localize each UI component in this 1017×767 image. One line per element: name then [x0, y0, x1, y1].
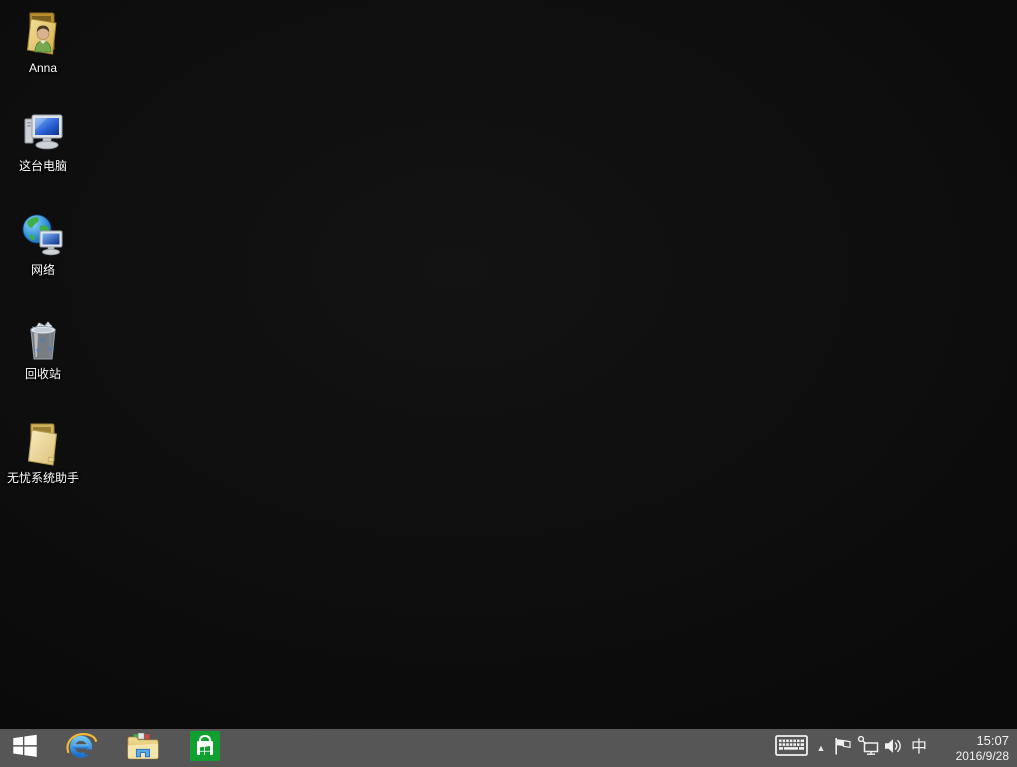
- clock-button[interactable]: 15:07 2016/9/28: [933, 729, 1017, 767]
- desktop-icon-label: 回收站: [25, 367, 61, 381]
- ime-language-indicator: 中: [911, 740, 927, 756]
- desktop-icon-label: 无忧系统助手: [7, 471, 79, 485]
- recycle-bin-icon: [18, 314, 68, 364]
- show-hidden-icons-button[interactable]: ▲: [811, 729, 831, 767]
- taskbar-button-windows-store[interactable]: [174, 729, 236, 767]
- network-status-icon: [857, 735, 880, 761]
- speaker-icon: [883, 737, 904, 760]
- start-button[interactable]: [0, 729, 50, 767]
- network-status-button[interactable]: [855, 729, 881, 767]
- this-pc-icon: [18, 106, 68, 156]
- clock-time: 15:07: [976, 733, 1009, 749]
- taskbar-button-internet-explorer[interactable]: [50, 729, 112, 767]
- desktop-icon-label: Anna: [29, 61, 57, 75]
- action-center-button[interactable]: [831, 729, 855, 767]
- desktop-icon-this-pc[interactable]: 这台电脑: [0, 106, 86, 198]
- taskbar-button-file-explorer[interactable]: [112, 729, 174, 767]
- desktop-icon-label: 网络: [31, 263, 55, 277]
- flag-icon: [834, 736, 852, 761]
- network-places-icon: [18, 210, 68, 260]
- touch-keyboard-icon: [775, 735, 808, 761]
- user-folder-icon: [18, 8, 68, 58]
- desktop-icon-network[interactable]: 网络: [0, 210, 86, 302]
- desktop-icon-anna[interactable]: Anna: [0, 8, 86, 100]
- windows-store-icon: [189, 730, 221, 767]
- windows-start-icon: [10, 731, 40, 766]
- file-explorer-icon: [126, 731, 160, 766]
- ime-indicator-button[interactable]: 中: [905, 729, 933, 767]
- clock-date: 2016/9/28: [956, 749, 1009, 764]
- internet-explorer-icon: [64, 729, 98, 767]
- desktop-icon-recycle-bin[interactable]: 回收站: [0, 314, 86, 406]
- volume-button[interactable]: [881, 729, 905, 767]
- system-tray: ▲: [771, 729, 1017, 767]
- chevron-up-icon: ▲: [817, 744, 826, 753]
- desktop-icon-wuyou-helper[interactable]: 无忧系统助手: [0, 418, 86, 510]
- desktop[interactable]: Anna: [0, 0, 1017, 767]
- touch-keyboard-button[interactable]: [771, 729, 811, 767]
- folder-icon: [18, 418, 68, 468]
- desktop-icon-label: 这台电脑: [19, 159, 67, 173]
- taskbar: ▲: [0, 729, 1017, 767]
